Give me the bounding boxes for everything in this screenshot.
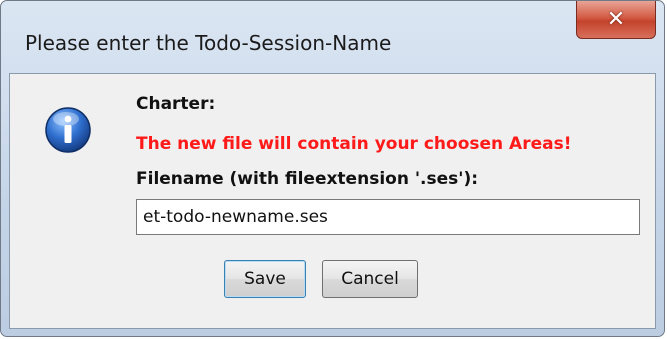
charter-label: Charter:	[136, 94, 216, 114]
save-button[interactable]: Save	[224, 260, 306, 298]
cancel-button[interactable]: Cancel	[322, 260, 418, 298]
filename-label: Filename (with fileextension '.ses'):	[136, 169, 479, 189]
warning-message: The new file will contain your choosen A…	[136, 134, 572, 154]
close-button[interactable]: ✕	[576, 1, 656, 39]
window-title: Please enter the Todo-Session-Name	[25, 31, 392, 55]
dialog-window: Please enter the Todo-Session-Name ✕ Cha…	[0, 0, 665, 337]
filename-input[interactable]	[136, 199, 640, 235]
dialog-body: Charter: The new file will contain your …	[9, 73, 656, 329]
title-bar[interactable]: Please enter the Todo-Session-Name ✕	[1, 1, 664, 73]
info-icon	[45, 107, 91, 153]
close-icon: ✕	[606, 6, 626, 32]
